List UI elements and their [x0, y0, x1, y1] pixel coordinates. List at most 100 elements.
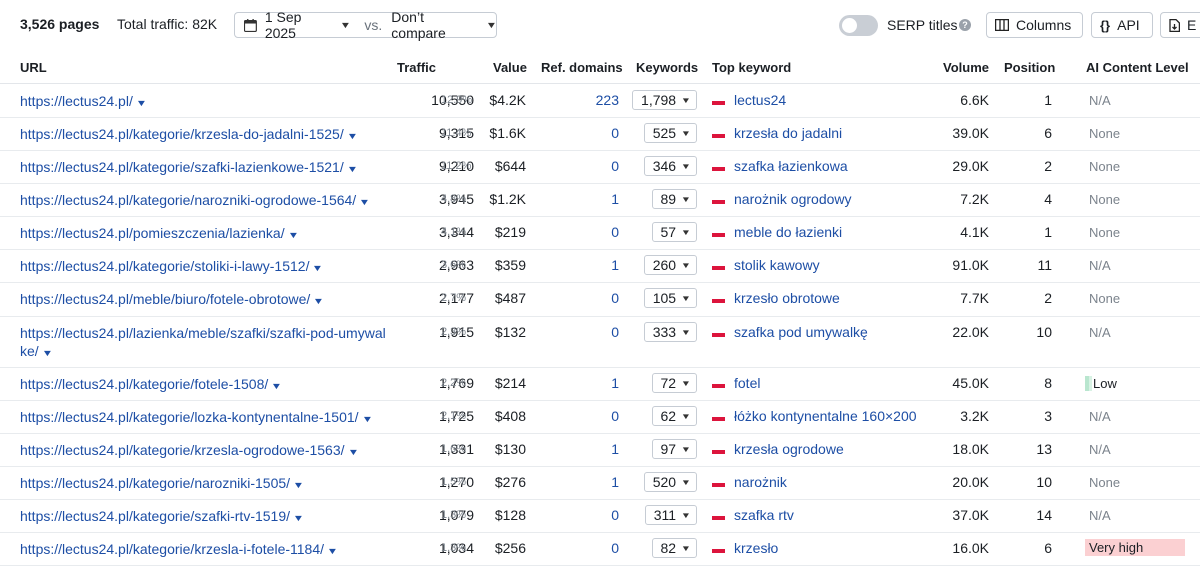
column-header-url[interactable]: URL [20, 60, 47, 75]
column-header-top-keyword[interactable]: Top keyword [712, 60, 791, 75]
page-url-link[interactable]: https://lectus24.pl/kategorie/krzesla-og… [20, 441, 390, 461]
caret-down-icon[interactable]: ▼ [361, 410, 373, 428]
page-url-link[interactable]: https://lectus24.pl/kategorie/krzesla-i-… [20, 540, 390, 560]
export-button[interactable]: E [1160, 12, 1200, 38]
ref-domains-link[interactable]: 0 [611, 224, 619, 240]
caret-down-icon[interactable]: ▼ [287, 226, 299, 244]
ref-domains-link[interactable]: 223 [596, 92, 619, 108]
top-keyword-link[interactable]: krzesło [734, 540, 778, 556]
page-url-link[interactable]: https://lectus24.pl/kategorie/narozniki-… [20, 191, 390, 211]
keywords-dropdown[interactable]: 57 ▼ [651, 222, 697, 242]
caret-down-icon[interactable]: ▼ [347, 443, 359, 461]
top-keyword-link[interactable]: fotel [734, 375, 760, 391]
caret-down-icon[interactable]: ▼ [346, 127, 358, 145]
columns-button[interactable]: Columns [986, 12, 1083, 38]
ref-domains-link[interactable]: 1 [611, 474, 619, 490]
top-keyword-link[interactable]: krzesła ogrodowe [734, 441, 844, 457]
caret-down-icon[interactable]: ▼ [136, 94, 148, 112]
ref-domains-link[interactable]: 0 [611, 125, 619, 141]
keywords-dropdown[interactable]: 62 ▼ [651, 406, 697, 426]
page-url-link[interactable]: https://lectus24.pl/kategorie/szafki-rtv… [20, 507, 390, 527]
ref-domains-link[interactable]: 0 [611, 507, 619, 523]
column-header-position[interactable]: Position [1004, 60, 1055, 75]
column-header-ref-domains[interactable]: Ref. domains [541, 60, 623, 75]
top-keyword-link[interactable]: krzesło obrotowe [734, 290, 840, 306]
keywords-dropdown[interactable]: 89 ▼ [651, 189, 697, 209]
keywords-dropdown[interactable]: 346 ▼ [643, 156, 697, 176]
top-keyword-link[interactable]: szafka pod umywalkę [734, 324, 868, 340]
caret-down-icon[interactable]: ▼ [346, 160, 358, 178]
page-url-link[interactable]: https://lectus24.pl/pomieszczenia/lazien… [20, 224, 390, 244]
chevron-down-icon: ▼ [485, 20, 498, 30]
caret-down-icon[interactable]: ▼ [359, 193, 371, 211]
keywords-dropdown[interactable]: 72 ▼ [651, 373, 697, 393]
top-keyword-link[interactable]: narożnik [734, 474, 787, 490]
top-keyword-link[interactable]: krzesła do jadalni [734, 125, 842, 141]
column-header-volume[interactable]: Volume [943, 60, 989, 75]
ref-domains-link[interactable]: 0 [611, 540, 619, 556]
caret-down-icon[interactable]: ▼ [327, 542, 339, 560]
api-button[interactable]: {} API [1091, 12, 1153, 38]
top-keyword-link[interactable]: szafka rtv [734, 507, 794, 523]
date-compare-picker[interactable]: 1 Sep 2025 ▼ vs. Don’t compare ▼ [234, 9, 498, 41]
page-url-link[interactable]: https://lectus24.pl/kategorie/narozniki-… [20, 474, 390, 494]
top-keyword-link[interactable]: lectus24 [734, 92, 786, 108]
top-keyword-link[interactable]: narożnik ogrodowy [734, 191, 852, 207]
caret-down-icon[interactable]: ▼ [293, 509, 305, 527]
top-keyword-link[interactable]: stolik kawowy [734, 257, 820, 273]
column-header-ai-content-level[interactable]: AI Content Level [1086, 60, 1189, 75]
keywords-dropdown[interactable]: 520 ▼ [643, 472, 697, 492]
keywords-dropdown[interactable]: 82 ▼ [651, 538, 697, 558]
column-header-value[interactable]: Value [493, 60, 527, 75]
volume-value: 39.0K [952, 125, 989, 141]
ref-domains-link[interactable]: 0 [611, 158, 619, 174]
keywords-dropdown[interactable]: 260 ▼ [643, 255, 697, 275]
caret-down-icon[interactable]: ▼ [312, 259, 324, 277]
help-icon[interactable]: ? [959, 19, 971, 31]
volume-value: 4.1K [960, 224, 989, 240]
columns-icon [995, 19, 1009, 31]
keywords-dropdown[interactable]: 1,798 ▼ [632, 90, 697, 110]
caret-down-icon[interactable]: ▼ [271, 377, 283, 395]
keywords-dropdown[interactable]: 525 ▼ [643, 123, 697, 143]
ref-domains-link[interactable]: 1 [611, 257, 619, 273]
position-value: 8 [1044, 375, 1052, 391]
top-keyword-link[interactable]: meble do łazienki [734, 224, 842, 240]
ref-domains-link[interactable]: 0 [611, 408, 619, 424]
value-amount: $132 [494, 324, 526, 340]
page-url-link[interactable]: https://lectus24.pl/kategorie/stoliki-i-… [20, 257, 390, 277]
keywords-dropdown[interactable]: 311 ▼ [644, 505, 697, 525]
keywords-dropdown[interactable]: 105 ▼ [643, 288, 697, 308]
page-url-link[interactable]: https://lectus24.pl/kategorie/lozka-kont… [20, 408, 390, 428]
page-url-link[interactable]: https://lectus24.pl/lazienka/meble/szafk… [20, 324, 390, 362]
ref-domains-link[interactable]: 0 [611, 324, 619, 340]
chevron-down-icon: ▼ [680, 444, 692, 454]
column-header-traffic[interactable]: Traffic [397, 60, 436, 75]
caret-down-icon[interactable]: ▼ [41, 344, 53, 362]
chevron-down-icon: ▼ [680, 227, 692, 237]
keywords-dropdown[interactable]: 333 ▼ [643, 322, 697, 342]
caret-down-icon[interactable]: ▼ [293, 476, 305, 494]
serp-titles-toggle[interactable] [839, 15, 878, 36]
page-url-link[interactable]: https://lectus24.pl/▼ [20, 92, 390, 112]
traffic-percent: 11.4% [441, 127, 472, 139]
ref-domains-link[interactable]: 0 [611, 290, 619, 306]
chevron-down-icon: ▼ [680, 293, 692, 303]
column-header-keywords[interactable]: Keywords [636, 60, 698, 75]
top-keyword-link[interactable]: szafka łazienkowa [734, 158, 848, 174]
poland-flag-icon [712, 511, 725, 520]
ref-domains-link[interactable]: 1 [611, 191, 619, 207]
keywords-dropdown[interactable]: 97 ▼ [651, 439, 697, 459]
traffic-percent: 4.8% [441, 193, 467, 205]
page-url-link[interactable]: https://lectus24.pl/kategorie/szafki-laz… [20, 158, 390, 178]
ref-domains-link[interactable]: 1 [611, 441, 619, 457]
ref-domains-link[interactable]: 1 [611, 375, 619, 391]
table-header: URL Traffic Value Ref. domains Keywords … [0, 50, 1200, 84]
page-url-link[interactable]: https://lectus24.pl/meble/biuro/fotele-o… [20, 290, 390, 310]
page-url-link[interactable]: https://lectus24.pl/kategorie/krzesla-do… [20, 125, 390, 145]
value-amount: $1.6K [489, 125, 526, 141]
keywords-count: 97 [660, 441, 677, 457]
page-url-link[interactable]: https://lectus24.pl/kategorie/fotele-150… [20, 375, 390, 395]
top-keyword-link[interactable]: łóżko kontynentalne 160×200 [734, 408, 917, 424]
caret-down-icon[interactable]: ▼ [313, 292, 325, 310]
